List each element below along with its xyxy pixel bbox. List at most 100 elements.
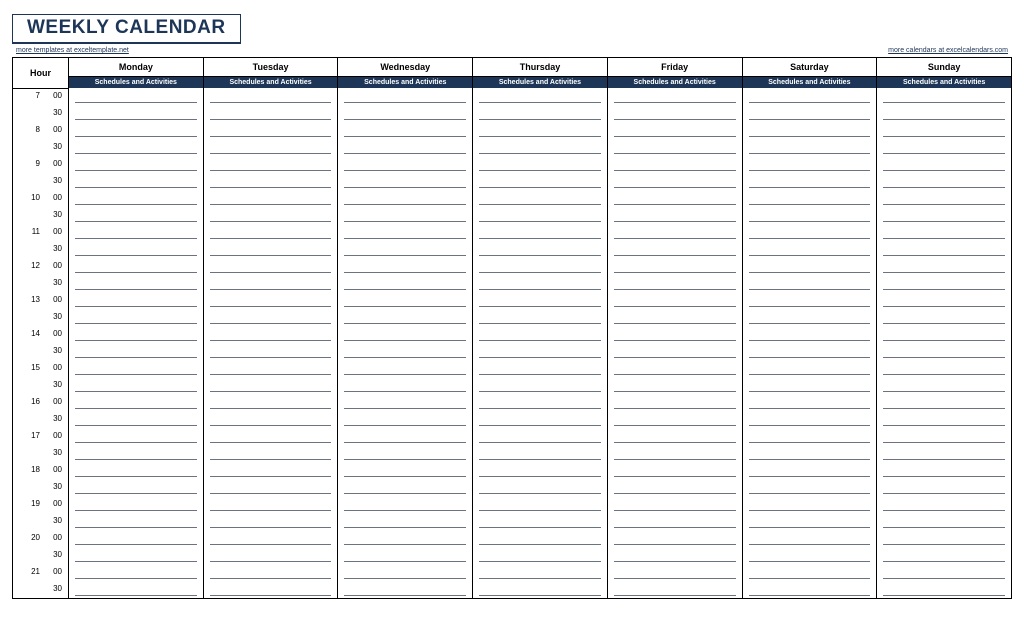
schedule-slot[interactable] bbox=[473, 309, 608, 326]
schedule-slot[interactable] bbox=[338, 445, 473, 462]
schedule-slot[interactable] bbox=[742, 207, 877, 224]
schedule-slot[interactable] bbox=[473, 360, 608, 377]
schedule-slot[interactable] bbox=[473, 530, 608, 547]
schedule-slot[interactable] bbox=[69, 479, 204, 496]
schedule-slot[interactable] bbox=[877, 479, 1012, 496]
schedule-slot[interactable] bbox=[69, 156, 204, 173]
schedule-slot[interactable] bbox=[69, 530, 204, 547]
schedule-slot[interactable] bbox=[877, 105, 1012, 122]
schedule-slot[interactable] bbox=[742, 479, 877, 496]
schedule-slot[interactable] bbox=[338, 275, 473, 292]
schedule-slot[interactable] bbox=[69, 343, 204, 360]
schedule-slot[interactable] bbox=[607, 547, 742, 564]
schedule-slot[interactable] bbox=[338, 343, 473, 360]
schedule-slot[interactable] bbox=[69, 258, 204, 275]
schedule-slot[interactable] bbox=[473, 156, 608, 173]
schedule-slot[interactable] bbox=[69, 224, 204, 241]
schedule-slot[interactable] bbox=[877, 394, 1012, 411]
schedule-slot[interactable] bbox=[742, 445, 877, 462]
schedule-slot[interactable] bbox=[742, 513, 877, 530]
schedule-slot[interactable] bbox=[473, 139, 608, 156]
schedule-slot[interactable] bbox=[203, 207, 338, 224]
schedule-slot[interactable] bbox=[338, 258, 473, 275]
schedule-slot[interactable] bbox=[203, 309, 338, 326]
schedule-slot[interactable] bbox=[203, 88, 338, 105]
schedule-slot[interactable] bbox=[69, 462, 204, 479]
schedule-slot[interactable] bbox=[607, 173, 742, 190]
schedule-slot[interactable] bbox=[607, 513, 742, 530]
schedule-slot[interactable] bbox=[607, 326, 742, 343]
schedule-slot[interactable] bbox=[877, 241, 1012, 258]
schedule-slot[interactable] bbox=[473, 258, 608, 275]
schedule-slot[interactable] bbox=[742, 156, 877, 173]
schedule-slot[interactable] bbox=[607, 462, 742, 479]
schedule-slot[interactable] bbox=[607, 411, 742, 428]
schedule-slot[interactable] bbox=[338, 326, 473, 343]
schedule-slot[interactable] bbox=[607, 224, 742, 241]
schedule-slot[interactable] bbox=[69, 496, 204, 513]
schedule-slot[interactable] bbox=[607, 394, 742, 411]
schedule-slot[interactable] bbox=[69, 88, 204, 105]
schedule-slot[interactable] bbox=[473, 564, 608, 581]
schedule-slot[interactable] bbox=[338, 428, 473, 445]
schedule-slot[interactable] bbox=[473, 275, 608, 292]
schedule-slot[interactable] bbox=[473, 462, 608, 479]
schedule-slot[interactable] bbox=[607, 581, 742, 598]
schedule-slot[interactable] bbox=[473, 581, 608, 598]
schedule-slot[interactable] bbox=[203, 224, 338, 241]
schedule-slot[interactable] bbox=[877, 513, 1012, 530]
schedule-slot[interactable] bbox=[203, 258, 338, 275]
schedule-slot[interactable] bbox=[69, 564, 204, 581]
schedule-slot[interactable] bbox=[203, 275, 338, 292]
schedule-slot[interactable] bbox=[742, 462, 877, 479]
schedule-slot[interactable] bbox=[69, 105, 204, 122]
link-calendars[interactable]: more calendars at excelcalendars.com bbox=[888, 47, 1008, 54]
schedule-slot[interactable] bbox=[473, 207, 608, 224]
schedule-slot[interactable] bbox=[203, 292, 338, 309]
schedule-slot[interactable] bbox=[338, 377, 473, 394]
schedule-slot[interactable] bbox=[607, 275, 742, 292]
schedule-slot[interactable] bbox=[877, 156, 1012, 173]
schedule-slot[interactable] bbox=[203, 428, 338, 445]
schedule-slot[interactable] bbox=[338, 547, 473, 564]
schedule-slot[interactable] bbox=[742, 241, 877, 258]
schedule-slot[interactable] bbox=[742, 343, 877, 360]
schedule-slot[interactable] bbox=[473, 411, 608, 428]
schedule-slot[interactable] bbox=[203, 581, 338, 598]
schedule-slot[interactable] bbox=[203, 564, 338, 581]
schedule-slot[interactable] bbox=[473, 173, 608, 190]
schedule-slot[interactable] bbox=[742, 530, 877, 547]
schedule-slot[interactable] bbox=[69, 547, 204, 564]
schedule-slot[interactable] bbox=[203, 173, 338, 190]
schedule-slot[interactable] bbox=[607, 258, 742, 275]
schedule-slot[interactable] bbox=[607, 105, 742, 122]
schedule-slot[interactable] bbox=[877, 496, 1012, 513]
schedule-slot[interactable] bbox=[203, 445, 338, 462]
schedule-slot[interactable] bbox=[742, 309, 877, 326]
schedule-slot[interactable] bbox=[742, 139, 877, 156]
schedule-slot[interactable] bbox=[607, 190, 742, 207]
schedule-slot[interactable] bbox=[203, 326, 338, 343]
schedule-slot[interactable] bbox=[877, 462, 1012, 479]
schedule-slot[interactable] bbox=[473, 326, 608, 343]
schedule-slot[interactable] bbox=[203, 139, 338, 156]
schedule-slot[interactable] bbox=[338, 190, 473, 207]
schedule-slot[interactable] bbox=[742, 105, 877, 122]
schedule-slot[interactable] bbox=[338, 173, 473, 190]
schedule-slot[interactable] bbox=[877, 377, 1012, 394]
schedule-slot[interactable] bbox=[877, 530, 1012, 547]
schedule-slot[interactable] bbox=[338, 513, 473, 530]
schedule-slot[interactable] bbox=[473, 105, 608, 122]
schedule-slot[interactable] bbox=[607, 207, 742, 224]
schedule-slot[interactable] bbox=[203, 241, 338, 258]
schedule-slot[interactable] bbox=[607, 343, 742, 360]
schedule-slot[interactable] bbox=[203, 547, 338, 564]
schedule-slot[interactable] bbox=[338, 139, 473, 156]
schedule-slot[interactable] bbox=[69, 394, 204, 411]
schedule-slot[interactable] bbox=[607, 292, 742, 309]
schedule-slot[interactable] bbox=[607, 360, 742, 377]
schedule-slot[interactable] bbox=[742, 122, 877, 139]
schedule-slot[interactable] bbox=[203, 394, 338, 411]
schedule-slot[interactable] bbox=[338, 411, 473, 428]
schedule-slot[interactable] bbox=[473, 428, 608, 445]
